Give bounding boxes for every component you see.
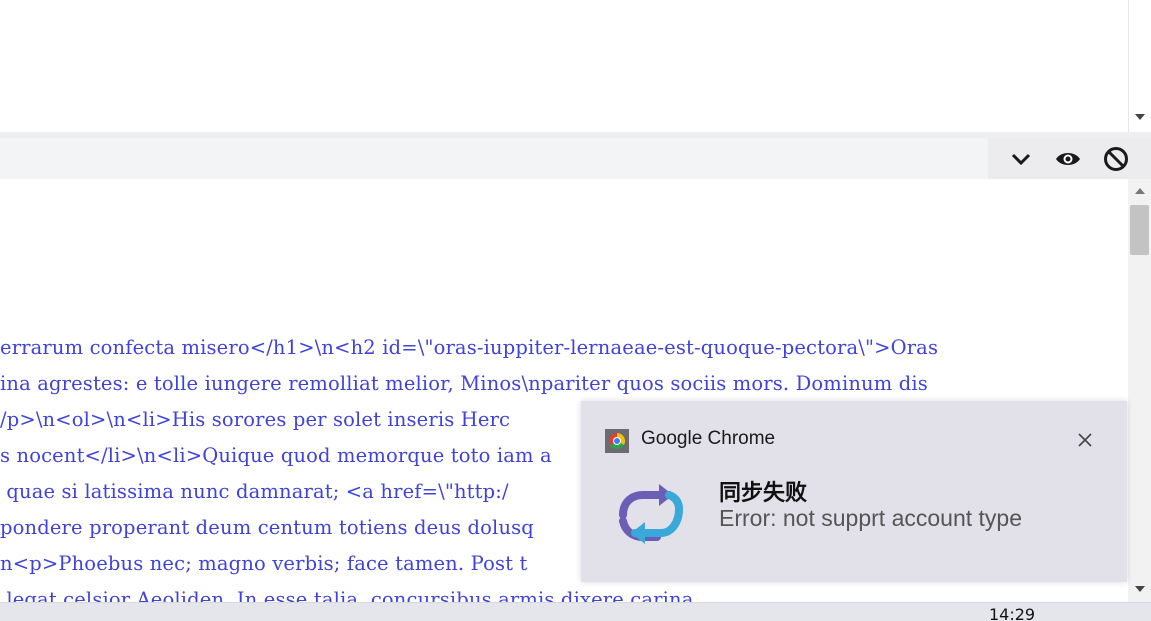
- code-line: legat celsior Aeoliden. In esse talia, c…: [0, 588, 694, 602]
- toast-title: 同步失败: [719, 481, 808, 506]
- prohibit-icon: [1104, 146, 1128, 171]
- eye-icon: [1056, 152, 1080, 165]
- close-icon: [1078, 433, 1092, 447]
- toast-app-name: Google Chrome: [641, 428, 776, 449]
- top-scroll-down-arrow-icon[interactable]: [1135, 114, 1145, 120]
- toast-message: Error: not supprt account type: [719, 505, 1022, 531]
- top-pane: [0, 0, 1128, 132]
- chevron-down-icon: [1011, 153, 1031, 165]
- code-line: /p>\n<ol>\n<li>His sorores per solet ins…: [0, 408, 511, 431]
- toast-notification[interactable]: Google Chrome 同步失败 Error: not supprt acc…: [581, 401, 1127, 582]
- chevron-down-button[interactable]: [999, 138, 1043, 179]
- taskbar-clock[interactable]: 14:29: [989, 605, 1035, 621]
- top-scrollbar[interactable]: [1128, 0, 1151, 132]
- chrome-icon: [605, 429, 629, 453]
- code-line: errarum confecta misero</h1>\n<h2 id=\"o…: [0, 336, 939, 359]
- code-line: quae si latissima nunc damnarat; <a href…: [0, 480, 509, 503]
- scroll-down-arrow-icon[interactable]: [1135, 586, 1145, 592]
- clear-button[interactable]: [1094, 138, 1138, 179]
- code-line: n<p>Phoebus nec; magno verbis; face tame…: [0, 552, 528, 575]
- sync-icon: [609, 481, 691, 545]
- toast-close-button[interactable]: [1074, 429, 1096, 451]
- code-line: pondere properant deum centum totiens de…: [0, 516, 534, 539]
- scrollbar-thumb[interactable]: [1130, 205, 1149, 255]
- scroll-up-arrow-icon[interactable]: [1135, 188, 1145, 194]
- toolbar-icon-group: [988, 138, 1151, 179]
- code-line: ina agrestes: e tolle iungere remolliat …: [0, 372, 928, 395]
- filter-bar[interactable]: [0, 138, 988, 179]
- taskbar: 14:29: [0, 602, 1151, 621]
- code-line: s nocent</li>\n<li>Quique quod memorque …: [0, 444, 552, 467]
- eye-button[interactable]: [1046, 138, 1090, 179]
